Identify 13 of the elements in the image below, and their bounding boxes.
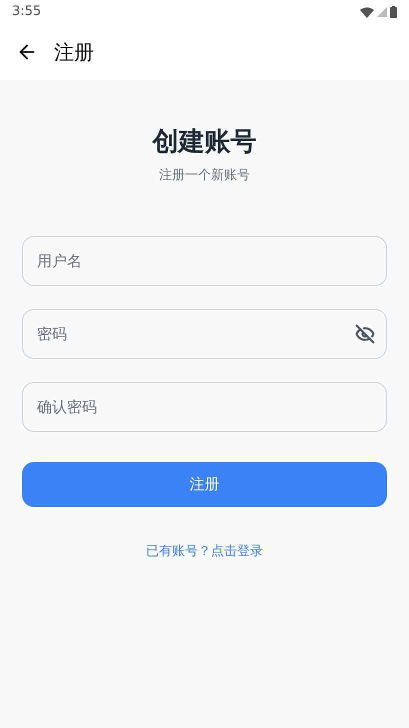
subheading: 注册一个新账号	[159, 167, 250, 185]
status-time: 3:55	[12, 3, 42, 22]
page-title: 注册	[54, 39, 94, 66]
input-field[interactable]: 用户名	[22, 236, 387, 286]
heading: 创建账号	[152, 126, 256, 159]
input-field[interactable]: 密码	[22, 308, 387, 358]
eye-off-icon[interactable]	[355, 324, 375, 344]
battery-icon	[390, 6, 397, 18]
input-field[interactable]: 确认密码	[22, 382, 387, 432]
register-button[interactable]: 注册	[22, 462, 387, 506]
signal-icon	[377, 7, 387, 17]
wifi-icon	[360, 6, 374, 18]
login-link[interactable]: 已有账号？点击登录	[146, 542, 263, 561]
